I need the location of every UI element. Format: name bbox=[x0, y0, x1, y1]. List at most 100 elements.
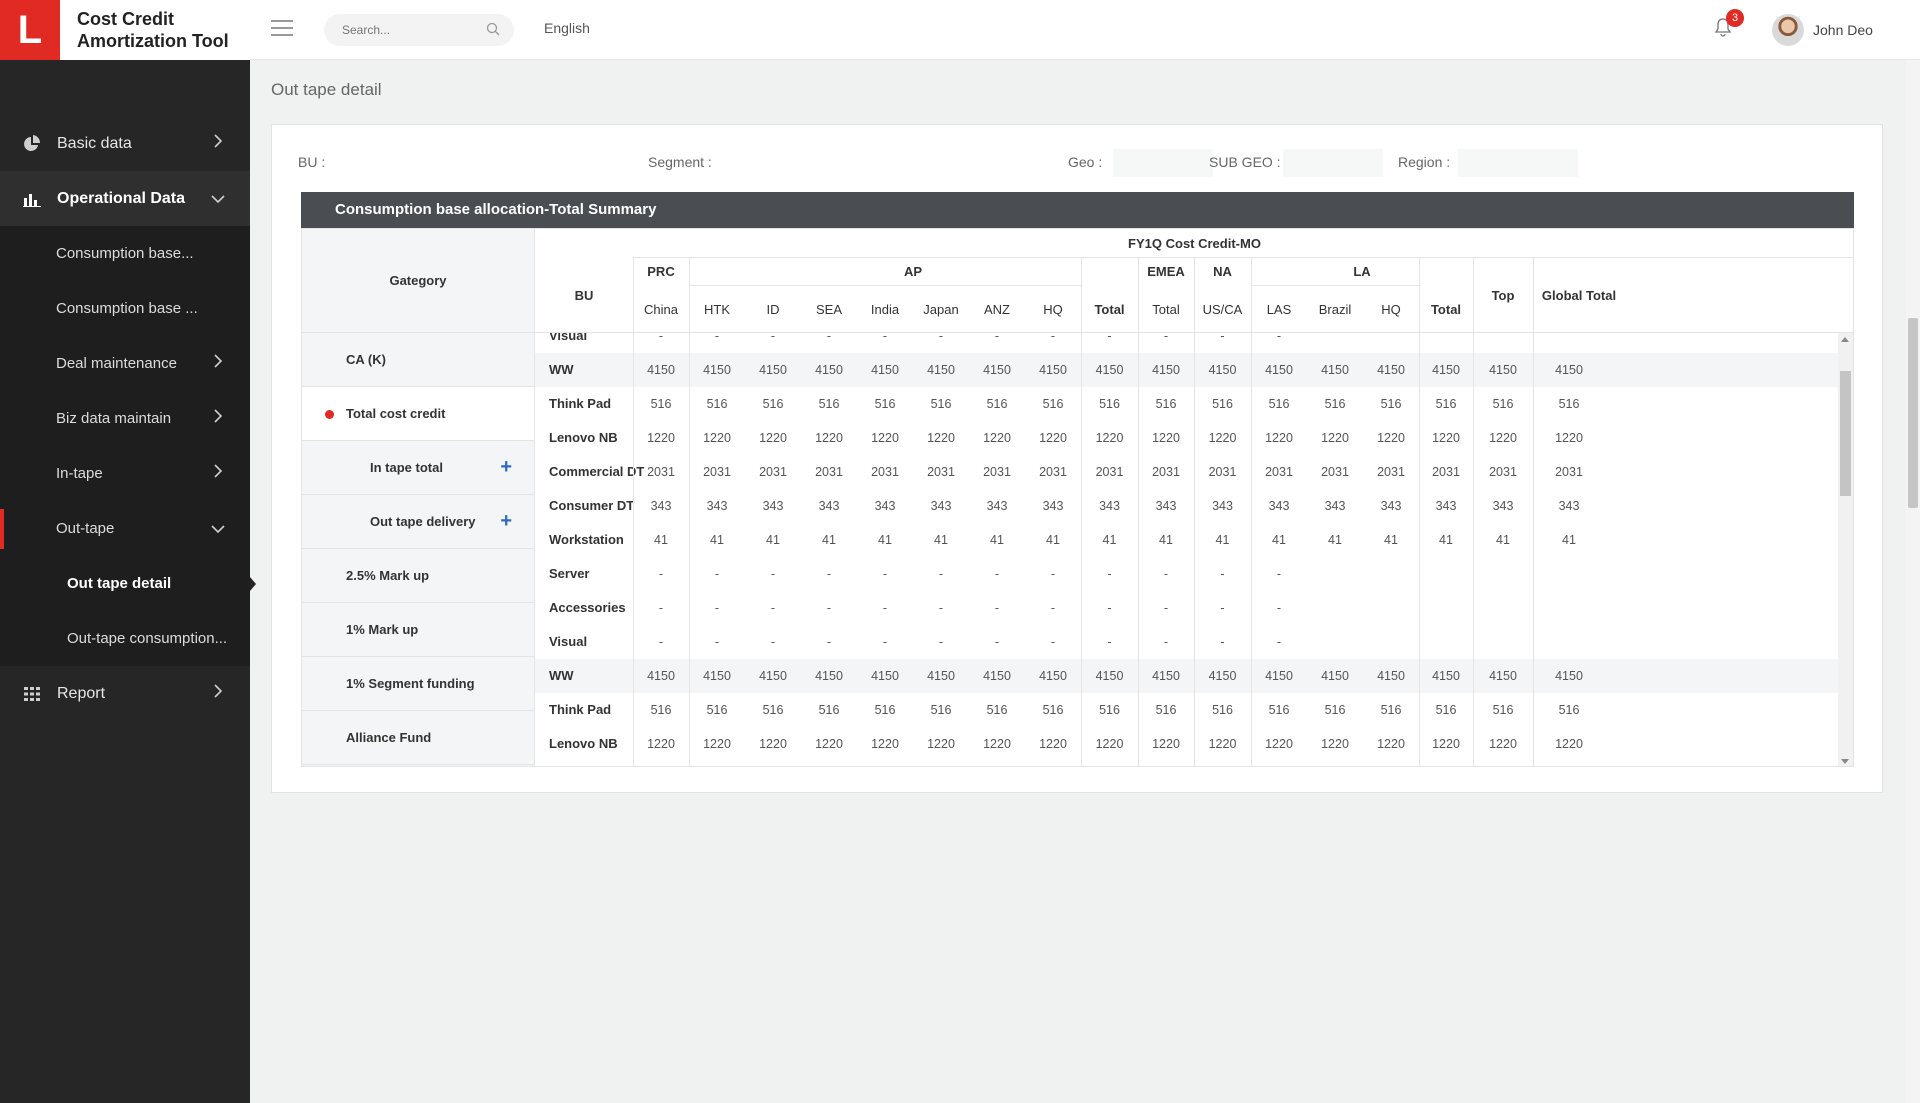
table-cell: 1220 bbox=[927, 737, 955, 751]
table-cell: - bbox=[658, 567, 664, 581]
category-label: CA (K) bbox=[346, 352, 386, 367]
table-cell: 41 bbox=[710, 533, 724, 547]
table-title: Consumption base allocation-Total Summar… bbox=[301, 192, 1854, 228]
table-cell: 516 bbox=[1268, 397, 1290, 411]
category-total-cost-credit[interactable]: Total cost credit bbox=[302, 387, 534, 441]
table-cell: 516 bbox=[930, 397, 952, 411]
table-cell: 516 bbox=[706, 703, 728, 717]
sidebar-item-out-tape[interactable]: Out-tape bbox=[0, 501, 250, 556]
category-alliance-fund[interactable]: Alliance Fund bbox=[302, 711, 534, 765]
table-cell: - bbox=[770, 333, 776, 343]
expand-plus-icon[interactable]: + bbox=[500, 456, 512, 479]
table-cell: 4150 bbox=[1555, 669, 1583, 683]
sidebar-item-consumption-base-2[interactable]: Consumption base ... bbox=[0, 281, 250, 336]
category-2-5-mark-up[interactable]: 2.5% Mark up bbox=[302, 549, 534, 603]
grid-divider bbox=[689, 333, 690, 766]
geo-filter-label: Geo : bbox=[1068, 154, 1103, 170]
table-cell: 4150 bbox=[1208, 669, 1237, 683]
category-out-tape-delivery[interactable]: Out tape delivery + bbox=[302, 495, 534, 549]
scroll-thumb[interactable] bbox=[1840, 371, 1851, 496]
table-cell: 1220 bbox=[815, 431, 843, 445]
table-cell: - bbox=[1276, 635, 1282, 649]
sidebar-item-label: Out-tape bbox=[56, 520, 115, 537]
notification-badge: 3 bbox=[1726, 9, 1744, 27]
page-scroll-thumb[interactable] bbox=[1908, 318, 1918, 508]
category-label: Total cost credit bbox=[346, 406, 446, 421]
sidebar-item-in-tape[interactable]: In-tape bbox=[0, 446, 250, 501]
page-scrollbar[interactable] bbox=[1906, 60, 1920, 1103]
language-selector[interactable]: English bbox=[544, 20, 590, 36]
row-bu-label: Server bbox=[549, 566, 590, 581]
category-1-segment-funding[interactable]: 1% Segment funding bbox=[302, 657, 534, 711]
table-cell: 516 bbox=[818, 703, 840, 717]
table-cell: 4150 bbox=[1095, 363, 1124, 377]
table-cell: 516 bbox=[1380, 397, 1402, 411]
row-bu-label: Accessories bbox=[549, 600, 626, 615]
table-cell: 516 bbox=[874, 397, 896, 411]
table-cell: - bbox=[994, 567, 1000, 581]
table-cell: 1220 bbox=[647, 431, 675, 445]
grid-divider bbox=[1081, 333, 1082, 766]
user-name[interactable]: John Deo bbox=[1813, 22, 1873, 38]
table-cell: 1220 bbox=[703, 737, 731, 751]
table-cell: 343 bbox=[1268, 499, 1290, 513]
row-bu-label: Think Pad bbox=[549, 396, 612, 411]
table-cell: - bbox=[826, 601, 832, 615]
expand-plus-icon[interactable]: + bbox=[500, 510, 512, 533]
menu-icon[interactable] bbox=[271, 20, 293, 38]
sidebar-item-operational-data[interactable]: Operational Data bbox=[0, 171, 250, 226]
table-row: WW 4150 4150 4150 4150 4150 4150 4150 4150 4150 41… bbox=[535, 353, 1839, 387]
geo-filter-field[interactable] bbox=[1113, 149, 1213, 177]
category-in-tape-total[interactable]: In tape total + bbox=[302, 441, 534, 495]
operational-data-submenu: Consumption base... Consumption base ...… bbox=[0, 226, 256, 666]
table-cell: 41 bbox=[1272, 533, 1286, 547]
grid-icon bbox=[21, 683, 43, 705]
fy-header: FY1Q Cost Credit-MO bbox=[1128, 235, 1261, 251]
table-cell: - bbox=[882, 635, 888, 649]
table-cell: 4150 bbox=[1489, 363, 1517, 377]
table-cell: 516 bbox=[1324, 703, 1346, 717]
table-cell: - bbox=[994, 635, 1000, 649]
sidebar-item-out-tape-consumption[interactable]: Out-tape consumption... bbox=[0, 611, 250, 666]
table-row: Think Pad 516 516 516 516 516 516 516 516 516 516 5… bbox=[535, 693, 1839, 727]
row-bu-label: Workstation bbox=[549, 532, 624, 547]
table-cell: 4150 bbox=[1321, 363, 1349, 377]
scroll-down-icon[interactable] bbox=[1841, 759, 1849, 764]
table-cell: - bbox=[658, 333, 664, 343]
sidebar-item-label: Out tape detail bbox=[67, 575, 172, 592]
table-row: Workstation 41 41 41 41 41 41 41 41 41 41 41 41 41 41 4… bbox=[535, 523, 1839, 557]
table-cell: 516 bbox=[1492, 703, 1514, 717]
sub-geo-filter-field[interactable] bbox=[1283, 149, 1383, 177]
table-cell: - bbox=[1163, 601, 1169, 615]
sidebar-item-report[interactable]: Report bbox=[0, 666, 250, 721]
region-filter-field[interactable] bbox=[1458, 149, 1578, 177]
region-filter-label: Region : bbox=[1398, 154, 1451, 170]
category-header: Gategory bbox=[302, 229, 534, 333]
table-cell: 41 bbox=[1215, 533, 1230, 547]
sidebar-item-label: In-tape bbox=[56, 465, 103, 482]
sidebar-item-deal-maintenance[interactable]: Deal maintenance bbox=[0, 336, 250, 391]
table-row: Think Pad 516 516 516 516 516 516 516 516 516 516 5… bbox=[535, 387, 1839, 421]
bu-header: BU bbox=[574, 287, 594, 303]
sidebar-item-out-tape-detail[interactable]: Out tape detail bbox=[0, 556, 256, 611]
table-cell: 41 bbox=[766, 533, 780, 547]
avatar[interactable] bbox=[1772, 14, 1804, 46]
sidebar-item-basic-data[interactable]: Basic data bbox=[0, 116, 250, 171]
search-icon[interactable] bbox=[486, 22, 502, 38]
table-cell: 2031 bbox=[1489, 465, 1517, 479]
table-cell: 41 bbox=[822, 533, 836, 547]
category-1-mark-up[interactable]: 1% Mark up bbox=[302, 603, 534, 657]
table-cell: 343 bbox=[1155, 499, 1177, 513]
table-cell: 516 bbox=[1380, 703, 1402, 717]
sidebar-item-biz-data-maintain[interactable]: Biz data maintain bbox=[0, 391, 250, 446]
scroll-up-icon[interactable] bbox=[1841, 337, 1849, 342]
content-panel: BU : Segment : Geo : SUB GEO : Region : … bbox=[271, 124, 1883, 793]
sidebar: L Cost Credit Amortization Tool Basic da… bbox=[0, 0, 256, 1103]
table-cell: 516 bbox=[1324, 397, 1346, 411]
table-cell: 1220 bbox=[703, 431, 731, 445]
grid-scrollbar[interactable] bbox=[1838, 333, 1853, 766]
sidebar-item-consumption-base-1[interactable]: Consumption base... bbox=[0, 226, 250, 281]
table-cell: 2031 bbox=[1152, 465, 1180, 479]
chevron-right-icon bbox=[204, 133, 232, 154]
category-ca-k[interactable]: CA (K) bbox=[302, 333, 534, 387]
